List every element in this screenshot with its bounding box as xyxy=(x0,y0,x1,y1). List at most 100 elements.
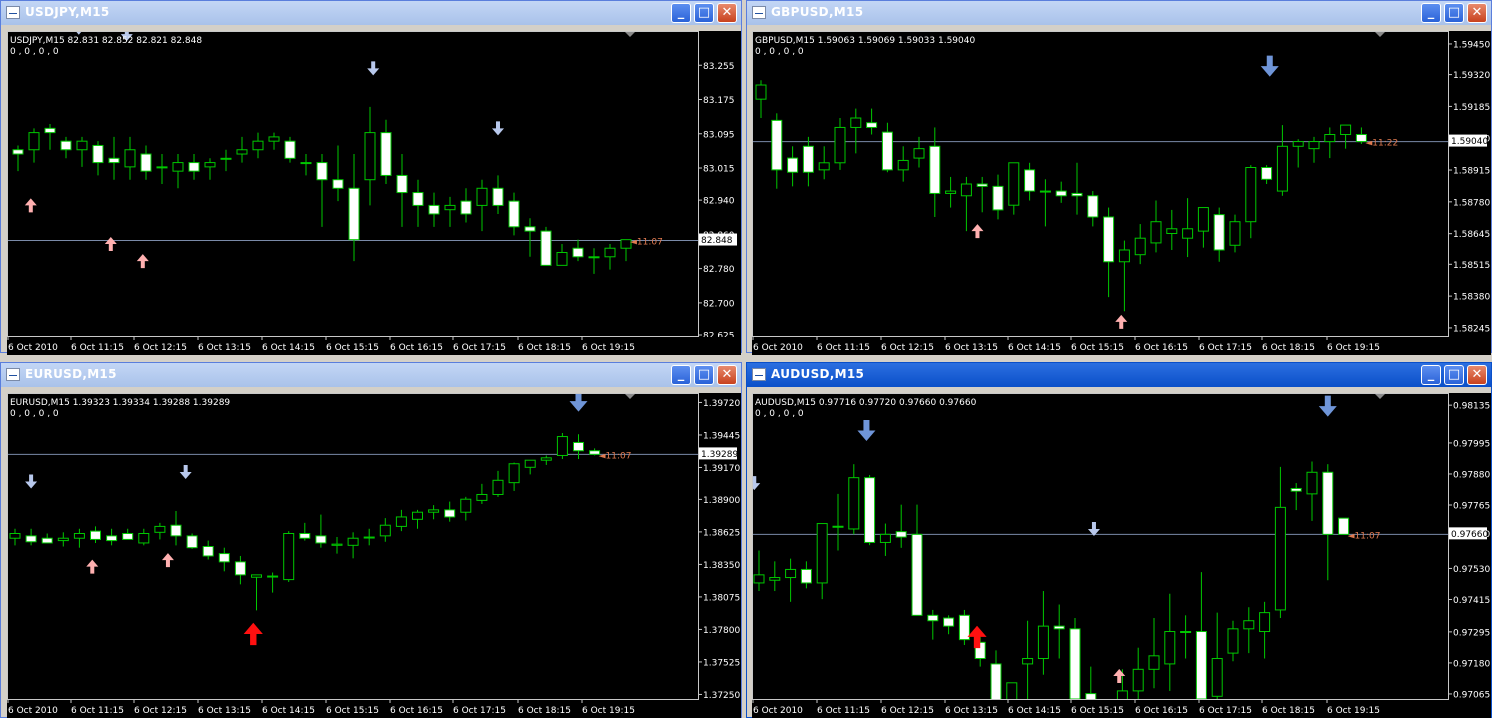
maximize-button[interactable]: □ xyxy=(1444,365,1464,385)
candlestick-chart[interactable]: ◄11:22 GBPUSD,M15 1.59063 1.59069 1.59033… xyxy=(753,32,1448,336)
candle xyxy=(316,154,328,227)
candle-timer-label: ◄11:07 xyxy=(1348,531,1381,541)
time-axis[interactable]: 6 Oct 2010 6 Oct 11:15 6 Oct 12:15 6 Oct 13… xyxy=(752,337,1491,355)
chart-plot-area[interactable]: ◄11:07 AUDUSD,M15 0.97716 0.97720 0.97660… xyxy=(752,393,1449,700)
audusd-chart-window[interactable]: AUDUSD,M15 _ □ ✕ ◄11:07 AUDUSD,M15 0.9771… xyxy=(746,362,1492,718)
time-axis[interactable]: 6 Oct 2010 6 Oct 11:15 6 Oct 12:15 6 Oct 13… xyxy=(7,700,741,718)
maximize-button[interactable]: □ xyxy=(1444,3,1464,23)
price-tick-label: 0.97765 xyxy=(1453,502,1490,512)
close-button[interactable]: ✕ xyxy=(1467,3,1487,23)
bear-candle-body xyxy=(348,187,360,241)
candle xyxy=(1243,607,1255,654)
bull-candle-body xyxy=(1037,625,1049,660)
price-axis-svg: 83.25583.17583.09583.01582.94082.86082.7… xyxy=(699,62,737,337)
bear-candle-body xyxy=(1290,487,1302,492)
bull-candle-body xyxy=(1132,668,1144,692)
time-tick-label: 6 Oct 15:15 xyxy=(326,343,379,353)
candlestick-chart[interactable]: ◄11:07 USDJPY,M15 82.831 82.852 82.821 82… xyxy=(8,32,698,336)
price-axis[interactable]: 83.25583.17583.09583.01582.94082.86082.7… xyxy=(699,31,741,337)
bull-candle-body xyxy=(769,577,781,581)
time-axis[interactable]: 6 Oct 2010 6 Oct 11:15 6 Oct 12:15 6 Oct 13… xyxy=(752,700,1491,718)
bull-candle-body xyxy=(1229,221,1241,246)
candle xyxy=(9,528,21,546)
candle xyxy=(816,523,828,600)
maximize-button[interactable]: □ xyxy=(694,3,714,23)
candle xyxy=(428,505,440,520)
candle xyxy=(202,540,214,560)
bear-candle-body xyxy=(218,553,230,563)
price-axis[interactable]: 0.98135 0.97995 0.97880 0.97765 0.97660 0.975… xyxy=(1449,393,1491,700)
close-button[interactable]: ✕ xyxy=(717,3,737,23)
sell-signal-arrow xyxy=(753,476,761,491)
bull-candle-body xyxy=(428,509,440,513)
time-tick-label: 6 Oct 16:15 xyxy=(390,343,443,353)
bull-candle-body xyxy=(604,247,616,258)
titlebar[interactable]: AUDUSD,M15 _ □ ✕ xyxy=(747,363,1491,387)
bull-candle-body xyxy=(460,498,472,513)
close-button[interactable]: ✕ xyxy=(1467,365,1487,385)
titlebar[interactable]: EURUSD,M15 _ □ ✕ xyxy=(1,363,741,387)
price-axis[interactable]: 1.39720 1.39445 1.39170 1.38900 1.38625 1.383… xyxy=(699,393,741,700)
candle xyxy=(347,532,359,559)
chart-plot-area[interactable]: ◄11:22 GBPUSD,M15 1.59063 1.59069 1.59033… xyxy=(752,31,1449,337)
usdjpy-chart-window[interactable]: USDJPY,M15 _ □ ✕ ◄11:07 USDJPY,M15 82.831… xyxy=(0,0,742,355)
time-tick-label: 6 Oct 12:15 xyxy=(881,343,934,353)
bear-candle-body xyxy=(911,533,923,616)
price-axis[interactable]: 1.594501.593201.591851.590501.589151.587… xyxy=(1449,31,1491,337)
bull-candle-body xyxy=(1324,134,1336,143)
eurusd-chart-window[interactable]: EURUSD,M15 _ □ ✕ ◄11:07 EURUSD,M15 1.3932… xyxy=(0,362,742,718)
time-axis[interactable]: 6 Oct 2010 6 Oct 11:15 6 Oct 12:15 6 Oct 13… xyxy=(7,337,741,355)
candle xyxy=(1308,136,1320,163)
candle xyxy=(1227,620,1239,662)
chart-plot-area[interactable]: ◄11:07 EURUSD,M15 1.39323 1.39334 1.39288… xyxy=(7,393,699,700)
bear-candle-body xyxy=(41,537,53,544)
close-button[interactable]: ✕ xyxy=(717,365,737,385)
candlestick-chart[interactable]: ◄11:07 EURUSD,M15 1.39323 1.39334 1.39288… xyxy=(8,394,698,699)
minimize-button[interactable]: _ xyxy=(671,365,691,385)
candle xyxy=(396,154,408,227)
titlebar[interactable]: USDJPY,M15 _ □ ✕ xyxy=(1,1,741,25)
bear-candle-body xyxy=(444,509,456,518)
candle xyxy=(1055,181,1067,203)
bull-candle-body xyxy=(476,187,488,206)
minimize-button[interactable]: _ xyxy=(1421,3,1441,23)
symbol-info-line: USDJPY,M15 82.831 82.852 82.821 82.848 xyxy=(10,36,202,46)
candle xyxy=(76,136,88,167)
bull-candle-body xyxy=(204,162,216,168)
candle xyxy=(90,526,101,543)
time-tick-label: 6 Oct 13:15 xyxy=(198,706,251,716)
chart-plot-area[interactable]: ◄11:07 USDJPY,M15 82.831 82.852 82.821 82… xyxy=(7,31,699,337)
candle xyxy=(106,528,118,546)
minimize-button[interactable]: _ xyxy=(1421,365,1441,385)
candlestick-chart[interactable]: ◄11:07 AUDUSD,M15 0.97716 0.97720 0.97660… xyxy=(753,394,1448,699)
bull-candle-body xyxy=(1274,506,1286,611)
price-tick-label: 1.38075 xyxy=(703,593,740,603)
candle xyxy=(220,149,232,172)
maximize-button[interactable]: □ xyxy=(694,365,714,385)
titlebar[interactable]: GBPUSD,M15 _ □ ✕ xyxy=(747,1,1491,25)
bear-candle-body xyxy=(881,131,893,171)
indicator-values-line: 0 , 0 , 0 , 0 xyxy=(10,47,59,57)
bear-candle-body xyxy=(1085,693,1097,699)
candle xyxy=(124,136,136,180)
current-price-label: 0.97660 xyxy=(1451,530,1488,540)
candle xyxy=(771,113,783,189)
bear-candle-body xyxy=(1071,192,1083,197)
time-tick-label: 6 Oct 11:15 xyxy=(817,706,870,716)
period-separator-marker xyxy=(1375,394,1385,399)
candle xyxy=(267,572,279,593)
candle xyxy=(1276,125,1288,196)
time-tick-label: 6 Oct 11:15 xyxy=(71,706,124,716)
window-title: USDJPY,M15 xyxy=(25,5,110,19)
candle xyxy=(412,509,423,529)
candle xyxy=(1274,466,1286,619)
price-tick-label: 1.37800 xyxy=(703,626,740,636)
bear-candle-body xyxy=(787,157,799,173)
bear-candle-body xyxy=(380,132,392,176)
candle xyxy=(154,522,166,540)
bear-candle-body xyxy=(25,535,37,543)
bull-candle-body xyxy=(283,532,295,581)
gbpusd-chart-window[interactable]: GBPUSD,M15 _ □ ✕ ◄11:22 GBPUSD,M15 1.5906… xyxy=(746,0,1492,355)
bull-candle-body xyxy=(1245,167,1257,223)
minimize-button[interactable]: _ xyxy=(671,3,691,23)
